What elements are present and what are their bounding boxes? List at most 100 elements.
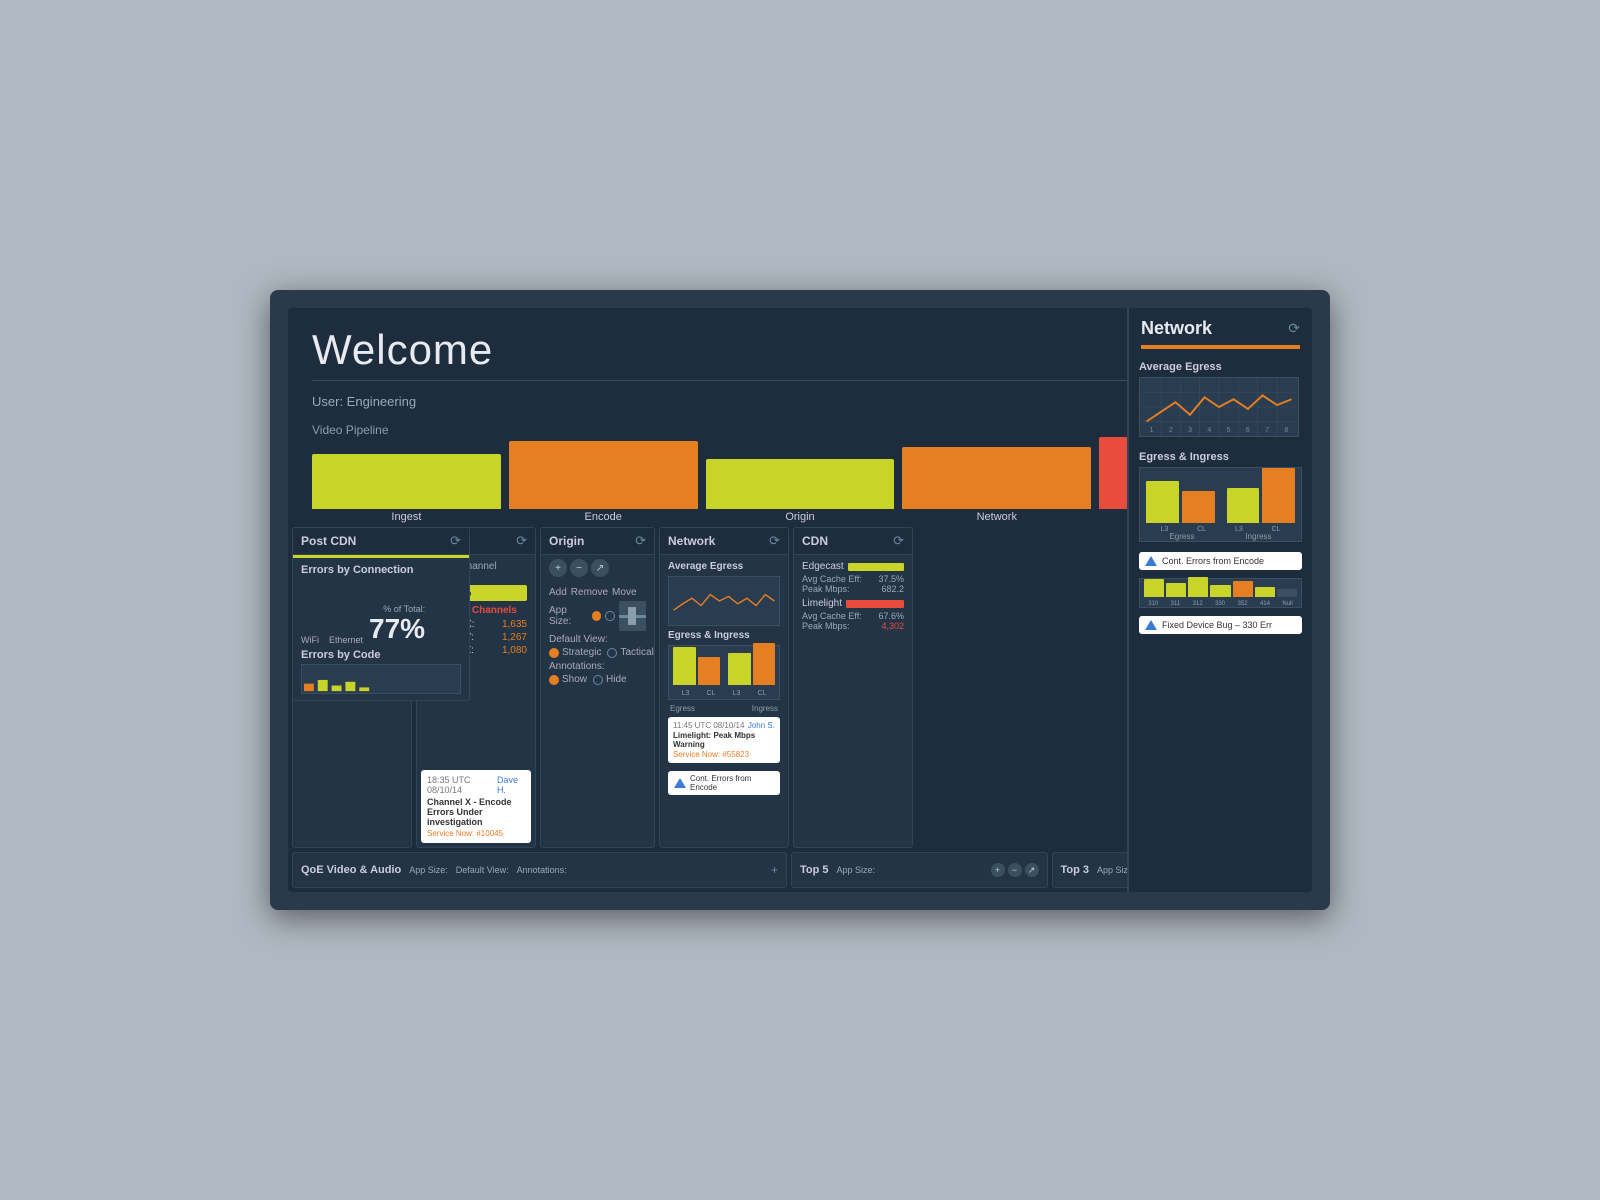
pbc-bar3 — [1188, 577, 1208, 597]
network-popup-panel: Network ⟳ Average Egress — [1127, 308, 1312, 892]
bar-origin — [706, 459, 895, 509]
network-axis-labels: Egress Ingress — [668, 704, 780, 713]
hide-label: Hide — [606, 674, 627, 685]
egress-ingress-title: Egress & Ingress — [1139, 451, 1302, 463]
post-cdn-panel: Post CDN ⟳ Errors by Connection — [292, 527, 470, 701]
hide-radio-btn[interactable] — [593, 675, 603, 685]
show-radio[interactable]: Show — [549, 674, 587, 685]
cdn-panel: CDN ⟳ Edgecast Avg Cache Eff: 37.5% — [793, 527, 913, 848]
tooltip-text: Channel X - Encode Errors Under investig… — [427, 797, 525, 827]
origin-controls: + − ↗ — [541, 555, 654, 581]
encode-annotation-tooltip: 18:35 UTC 08/10/14 Dave H. Channel X - E… — [421, 770, 531, 843]
top5-app-size: App Size: — [837, 865, 876, 875]
cdn-body: Edgecast Avg Cache Eff: 37.5% Peak Mbps:… — [794, 555, 912, 637]
bar-encode — [509, 441, 698, 509]
network-popup-header: Network ⟳ — [1129, 308, 1312, 345]
origin-app-size-label: App Size: — [549, 605, 588, 627]
tactical-label: Tactical — [620, 647, 653, 658]
cl-label2: CL — [757, 690, 766, 697]
qoe-annotations: Annotations: — [517, 865, 567, 875]
egress-axis-label: Egress — [670, 704, 695, 713]
strategic-radio-btn[interactable] — [549, 648, 559, 658]
origin-move-btn[interactable]: ↗ — [591, 559, 609, 577]
network-refresh-icon[interactable]: ⟳ — [769, 533, 780, 549]
origin-panel-title: Origin — [549, 534, 584, 548]
tactical-radio[interactable]: Tactical — [607, 647, 653, 658]
bar-cl-egress — [698, 657, 721, 685]
qoe-add-btn[interactable]: + — [771, 863, 778, 877]
errors-by-code-title: Errors by Code — [301, 649, 461, 661]
pbc-bar1 — [1144, 579, 1164, 597]
popup-cont-errors-icon — [1145, 556, 1157, 566]
top5-panel: Top 5 App Size: + − ↗ — [791, 852, 1048, 888]
encode-refresh-icon[interactable]: ⟳ — [516, 533, 527, 549]
cdn-val3: 67.6% — [878, 611, 904, 621]
network-popup-refresh-icon[interactable]: ⟳ — [1288, 320, 1300, 337]
origin-add-btn[interactable]: + — [549, 559, 567, 577]
channel-y-value: 1,267 — [502, 632, 527, 643]
fixed-device-bug-badge: Fixed Device Bug – 330 Err — [1139, 616, 1302, 634]
app-size-radio1[interactable] — [592, 611, 601, 621]
ei-bar-l3-ingress — [1227, 488, 1260, 523]
bar-origin-label: Origin — [785, 511, 814, 523]
cl-label1: CL — [706, 690, 715, 697]
origin-move-label: Move — [612, 587, 636, 598]
avg-egress-section: Average Egress — [1129, 357, 1312, 447]
fixed-device-bug-icon — [1145, 620, 1157, 630]
cdn-peak-mbps1: Peak Mbps: — [802, 584, 850, 594]
tactical-radio-btn[interactable] — [607, 648, 617, 658]
errors-by-code-chart — [301, 664, 461, 694]
bar-cl-ingress — [753, 643, 776, 685]
popup-cont-errors-badge: Cont. Errors from Encode — [1139, 552, 1302, 570]
origin-default-view-label: Default View: — [549, 634, 646, 645]
qoe-app-size: App Size: — [409, 865, 448, 875]
edgecast-label: Edgecast — [802, 561, 844, 572]
network-popup-title: Network — [1141, 318, 1212, 339]
ei-egress-label: Egress — [1169, 532, 1194, 541]
top5-btn3[interactable]: ↗ — [1025, 863, 1039, 877]
outer-frame: Welcome User: Engineering ▦ Video Pipeli… — [270, 290, 1330, 910]
post-cdn-refresh-icon[interactable]: ⟳ — [450, 533, 461, 549]
cdn-avg-cache-eff1: Avg Cache Eff: — [802, 574, 862, 584]
bar-network-label: Network — [977, 511, 1017, 523]
network-body: Average Egress Egress & Ingress — [660, 555, 788, 847]
app-size-radio2[interactable] — [605, 611, 614, 621]
qoe-panel: QoE Video & Audio App Size: Default View… — [292, 852, 787, 888]
popup-bottom-section: 310311312330352414Null — [1139, 578, 1302, 608]
bar-l3-egress — [673, 647, 696, 685]
origin-remove-btn[interactable]: − — [570, 559, 588, 577]
network-egress-chart — [668, 576, 780, 626]
cdn-panel-title: CDN — [802, 534, 828, 548]
network-tooltip-service: Service Now: #55823 — [673, 750, 775, 759]
hide-radio[interactable]: Hide — [593, 674, 627, 685]
strategic-radio[interactable]: Strategic — [549, 647, 601, 658]
edgecast-bar — [848, 563, 904, 571]
post-cdn-body: Errors by Connection WiFi Eth — [293, 558, 469, 700]
size-slider[interactable] — [619, 601, 646, 631]
tooltip-author: Dave H. — [497, 775, 525, 795]
ei-bar-cl-ingress — [1262, 468, 1295, 523]
origin-panel-header: Origin ⟳ — [541, 528, 654, 555]
network-tooltip: 11:45 UTC 08/10/14 John S. Limelight: Pe… — [668, 717, 780, 763]
origin-refresh-icon[interactable]: ⟳ — [635, 533, 646, 549]
pbc-bar6 — [1255, 587, 1275, 597]
popup-cont-errors-label: Cont. Errors from Encode — [1162, 556, 1264, 566]
top5-btn2[interactable]: − — [1008, 863, 1022, 877]
cdn-panel-header: CDN ⟳ — [794, 528, 912, 555]
strategic-label: Strategic — [562, 647, 601, 658]
errors-by-conn-chart — [329, 580, 335, 635]
qoe-default-view: Default View: — [456, 865, 509, 875]
cdn-avg-cache-eff2: Avg Cache Eff: — [802, 611, 862, 621]
cdn-refresh-icon[interactable]: ⟳ — [893, 533, 904, 549]
network-tooltip-text: Limelight: Peak Mbps Warning — [673, 731, 775, 749]
avg-egress-line-chart: 12345678 — [1139, 377, 1299, 437]
l3-label2: L3 — [733, 690, 741, 697]
origin-add-label: Add — [549, 587, 567, 598]
pipe-bar-origin: Origin — [706, 459, 895, 523]
show-radio-btn[interactable] — [549, 675, 559, 685]
top5-btn1[interactable]: + — [991, 863, 1005, 877]
limelight-bar — [846, 600, 904, 608]
channel-z-value: 1,080 — [502, 645, 527, 656]
top5-title: Top 5 — [800, 864, 829, 876]
network-tooltip-timestamp: 11:45 UTC 08/10/14 — [673, 721, 744, 730]
